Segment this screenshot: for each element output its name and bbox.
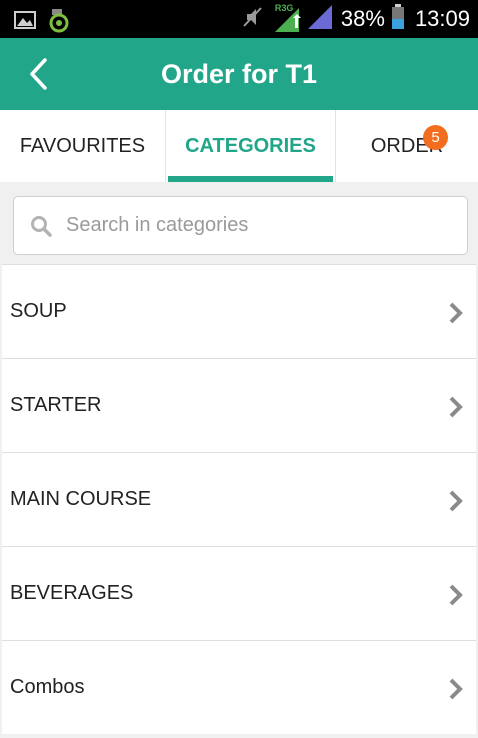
image-icon bbox=[14, 10, 36, 35]
category-row-combos[interactable]: Combos bbox=[2, 640, 476, 734]
category-list: SOUP STARTER MAIN COURSE BEVERAGES Combo… bbox=[0, 264, 478, 734]
chevron-right-icon bbox=[449, 396, 463, 418]
battery-percent: 38% bbox=[340, 6, 385, 31]
category-label: MAIN COURSE bbox=[10, 488, 152, 510]
tab-label: CATEGORIES bbox=[185, 134, 316, 157]
screen: R3G 38% 13:09 Order for T1 FAVOURITES CA… bbox=[0, 0, 478, 738]
chevron-right-icon bbox=[449, 490, 463, 512]
tab-label: FAVOURITES bbox=[19, 134, 146, 157]
battery-icon bbox=[391, 3, 405, 35]
app-bar: Order for T1 bbox=[0, 38, 478, 110]
back-button[interactable] bbox=[16, 52, 60, 96]
status-right: R3G 38% 13:09 bbox=[241, 0, 470, 38]
search-icon bbox=[28, 213, 54, 239]
tab-categories[interactable]: CATEGORIES bbox=[166, 110, 336, 182]
back-arrow-icon bbox=[30, 58, 47, 90]
category-row-starter[interactable]: STARTER bbox=[2, 358, 476, 452]
muted-icon bbox=[241, 6, 263, 33]
app-icon bbox=[48, 7, 70, 38]
signal-3g-icon: R3G bbox=[273, 0, 301, 38]
chevron-right-icon bbox=[449, 584, 463, 606]
chevron-right-icon bbox=[449, 302, 463, 324]
order-count-badge: 5 bbox=[423, 125, 448, 150]
category-label: SOUP bbox=[10, 300, 67, 322]
category-row-main-course[interactable]: MAIN COURSE bbox=[2, 452, 476, 546]
search-area bbox=[0, 182, 478, 264]
category-row-beverages[interactable]: BEVERAGES bbox=[2, 546, 476, 640]
category-label: Combos bbox=[10, 676, 85, 698]
page-title: Order for T1 bbox=[160, 59, 318, 89]
search-box[interactable] bbox=[13, 196, 468, 255]
search-input[interactable] bbox=[66, 214, 446, 237]
tab-favourites[interactable]: FAVOURITES bbox=[0, 110, 166, 182]
category-row-soup[interactable]: SOUP bbox=[2, 264, 476, 358]
signal-icon bbox=[307, 4, 333, 35]
category-label: BEVERAGES bbox=[10, 582, 134, 604]
chevron-right-icon bbox=[449, 678, 463, 700]
tab-order[interactable]: ORDER 5 bbox=[336, 110, 478, 182]
status-left bbox=[14, 7, 70, 38]
category-label: STARTER bbox=[10, 394, 102, 416]
tab-bar: FAVOURITES CATEGORIES ORDER 5 bbox=[0, 110, 478, 182]
clock: 13:09 bbox=[414, 6, 470, 31]
status-bar: R3G 38% 13:09 bbox=[0, 0, 478, 38]
